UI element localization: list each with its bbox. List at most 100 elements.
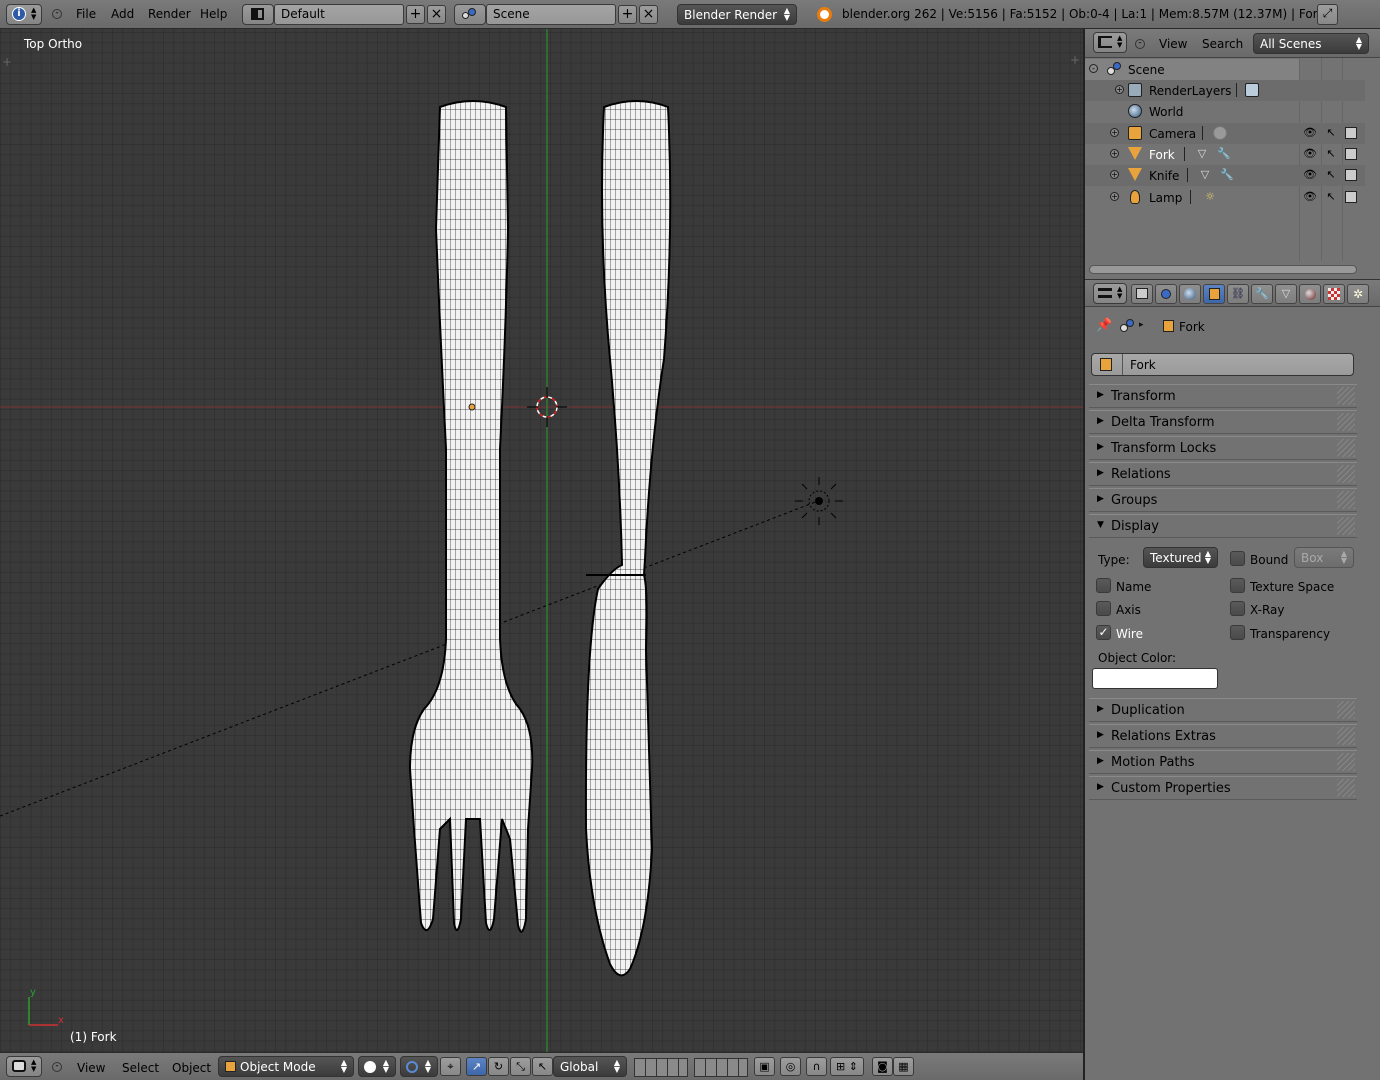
world-tab[interactable] [1179, 284, 1201, 304]
panel-display[interactable]: ▼ Display [1089, 514, 1357, 538]
eye-icon[interactable]: 👁 [1303, 148, 1317, 160]
screen-layout-field[interactable]: Default [274, 4, 404, 25]
manipulator-toggle[interactable]: ⌖ [440, 1057, 461, 1076]
transparency-checkbox[interactable] [1230, 625, 1245, 640]
collapse-menu-icon[interactable]: - [52, 1062, 62, 1072]
menu-object[interactable]: Object [172, 1061, 211, 1075]
panel-transform[interactable]: ▶ Transform [1089, 384, 1357, 408]
snap-toggle-button[interactable]: ∩ [806, 1057, 827, 1076]
axis-checkbox[interactable] [1096, 601, 1111, 616]
render-camera-icon[interactable] [1345, 191, 1357, 203]
outliner-menu-search[interactable]: Search [1202, 37, 1243, 51]
editor-type-button[interactable]: ▲ ▼ [6, 1056, 42, 1077]
cursor-select-icon[interactable]: ↖ [1325, 191, 1337, 203]
menu-file[interactable]: File [76, 7, 96, 21]
outliner-row-fork[interactable]: + Fork ▽ 🔧 👁 ↖ [1085, 144, 1365, 165]
modifiers-tab[interactable]: 🔧 [1251, 284, 1273, 304]
panel-grip-icon[interactable] [1337, 491, 1355, 509]
particles-tab[interactable]: ✲ [1347, 284, 1369, 304]
transform-orientation-dropdown[interactable]: Global ▲ ▼ [553, 1056, 627, 1077]
panel-duplication[interactable]: ▶ Duplication [1089, 698, 1357, 722]
scene-icon-button[interactable] [454, 4, 486, 25]
bound-checkbox[interactable] [1230, 551, 1245, 566]
panel-delta-transform[interactable]: ▶ Delta Transform [1089, 410, 1357, 434]
panel-grip-icon[interactable] [1337, 779, 1355, 797]
expand-icon[interactable]: + [1110, 128, 1119, 137]
expand-icon[interactable]: + [1115, 85, 1124, 94]
opengl-render-button[interactable]: ◙ [872, 1057, 893, 1076]
expand-icon[interactable]: + [1110, 192, 1119, 201]
panel-grip-icon[interactable] [1337, 465, 1355, 483]
panel-transform-locks[interactable]: ▶ Transform Locks [1089, 436, 1357, 460]
add-scene-button[interactable]: + [618, 5, 637, 24]
wire-checkbox[interactable]: ✓ [1096, 625, 1111, 640]
panel-grip-icon[interactable] [1337, 387, 1355, 405]
cursor-select-icon[interactable]: ↖ [1325, 148, 1337, 160]
fullscreen-button[interactable]: ⤢ [1317, 4, 1338, 25]
panel-grip-icon[interactable] [1337, 439, 1355, 457]
remove-screen-button[interactable]: × [427, 5, 446, 24]
camera-data-icon[interactable] [1213, 126, 1227, 140]
panel-custom-properties[interactable]: ▶ Custom Properties [1089, 776, 1357, 800]
layer-buttons-group-1[interactable] [634, 1058, 688, 1077]
eye-icon[interactable]: 👁 [1303, 191, 1317, 203]
lock-layers-button[interactable]: ▣ [754, 1057, 775, 1076]
collapse-menu-icon[interactable]: - [1135, 39, 1145, 49]
lamp-data-icon[interactable]: ☼ [1204, 191, 1216, 203]
outliner-row-renderlayers[interactable]: + RenderLayers [1085, 80, 1365, 101]
outliner-menu-view[interactable]: View [1159, 37, 1187, 51]
collapse-menu-icon[interactable]: - [52, 9, 62, 19]
outliner-row-knife[interactable]: + Knife ▽ 🔧 👁 ↖ [1085, 165, 1365, 186]
eye-icon[interactable]: 👁 [1303, 127, 1317, 139]
panel-relations[interactable]: ▶ Relations [1089, 462, 1357, 486]
render-engine-dropdown[interactable]: Blender Render ▲ ▼ [677, 4, 797, 25]
render-camera-icon[interactable] [1345, 127, 1357, 139]
outliner-row-scene[interactable]: - Scene [1085, 59, 1299, 80]
toolshelf-toggle-icon[interactable]: + [2, 55, 12, 69]
translate-manipulator-button[interactable]: ↗ [466, 1057, 487, 1076]
scale-manipulator-button[interactable]: ⤡ [510, 1057, 531, 1076]
display-type-dropdown[interactable]: Textured ▲ ▼ [1143, 547, 1218, 568]
object-color-swatch[interactable] [1092, 668, 1218, 689]
3d-viewport[interactable]: y x Top Ortho (1) Fork + + [0, 29, 1083, 1052]
opengl-animation-button[interactable]: ▦ [893, 1057, 914, 1076]
outliner-row-lamp[interactable]: + Lamp ☼ 👁 ↖ [1085, 187, 1365, 208]
render-camera-icon[interactable] [1345, 148, 1357, 160]
editor-type-button[interactable]: i ▲ ▼ [6, 4, 42, 25]
editor-type-button[interactable]: ▲ ▼ [1093, 283, 1127, 304]
add-screen-button[interactable]: + [406, 5, 425, 24]
pivot-point-dropdown[interactable]: ▲ ▼ [400, 1056, 438, 1077]
menu-help[interactable]: Help [200, 7, 227, 21]
bound-type-dropdown[interactable]: Box ▲ ▼ [1294, 547, 1354, 568]
menu-add[interactable]: Add [111, 7, 134, 21]
cursor-select-icon[interactable]: ↖ [1325, 127, 1337, 139]
panel-grip-icon[interactable] [1337, 753, 1355, 771]
pin-icon[interactable]: 📌 [1096, 318, 1112, 333]
mesh-data-icon[interactable]: ▽ [1196, 148, 1208, 160]
menu-view[interactable]: View [77, 1061, 105, 1075]
collapse-icon[interactable]: - [1089, 64, 1098, 73]
rotate-manipulator-button[interactable]: ↻ [488, 1057, 509, 1076]
viewport-shading-dropdown[interactable]: ▲ ▼ [358, 1056, 396, 1077]
wrench-icon[interactable]: 🔧 [1217, 148, 1231, 160]
properties-toggle-icon[interactable]: + [1070, 53, 1080, 67]
object-tab[interactable] [1203, 284, 1225, 304]
proportional-editing-button[interactable]: ◎ [780, 1057, 801, 1076]
xray-checkbox[interactable] [1230, 601, 1245, 616]
layer-buttons-group-2[interactable] [694, 1058, 748, 1077]
constraints-tab[interactable]: ⛓ [1227, 284, 1249, 304]
scene-field[interactable]: Scene [486, 4, 616, 25]
menu-render[interactable]: Render [148, 7, 191, 21]
menu-select[interactable]: Select [122, 1061, 159, 1075]
editor-type-button[interactable]: ▲ ▼ [1093, 32, 1127, 53]
panel-grip-icon[interactable] [1337, 517, 1355, 535]
texture-tab[interactable] [1323, 284, 1345, 304]
texture-space-checkbox[interactable] [1230, 578, 1245, 593]
snap-element-dropdown[interactable]: ⊞ ⇕ [830, 1057, 864, 1076]
manipulator-extra-button[interactable]: ↖ [532, 1057, 553, 1076]
panel-relations-extras[interactable]: ▶ Relations Extras [1089, 724, 1357, 748]
render-tab[interactable] [1131, 284, 1153, 304]
wrench-icon[interactable]: 🔧 [1220, 169, 1234, 181]
panel-grip-icon[interactable] [1337, 413, 1355, 431]
panel-motion-paths[interactable]: ▶ Motion Paths [1089, 750, 1357, 774]
